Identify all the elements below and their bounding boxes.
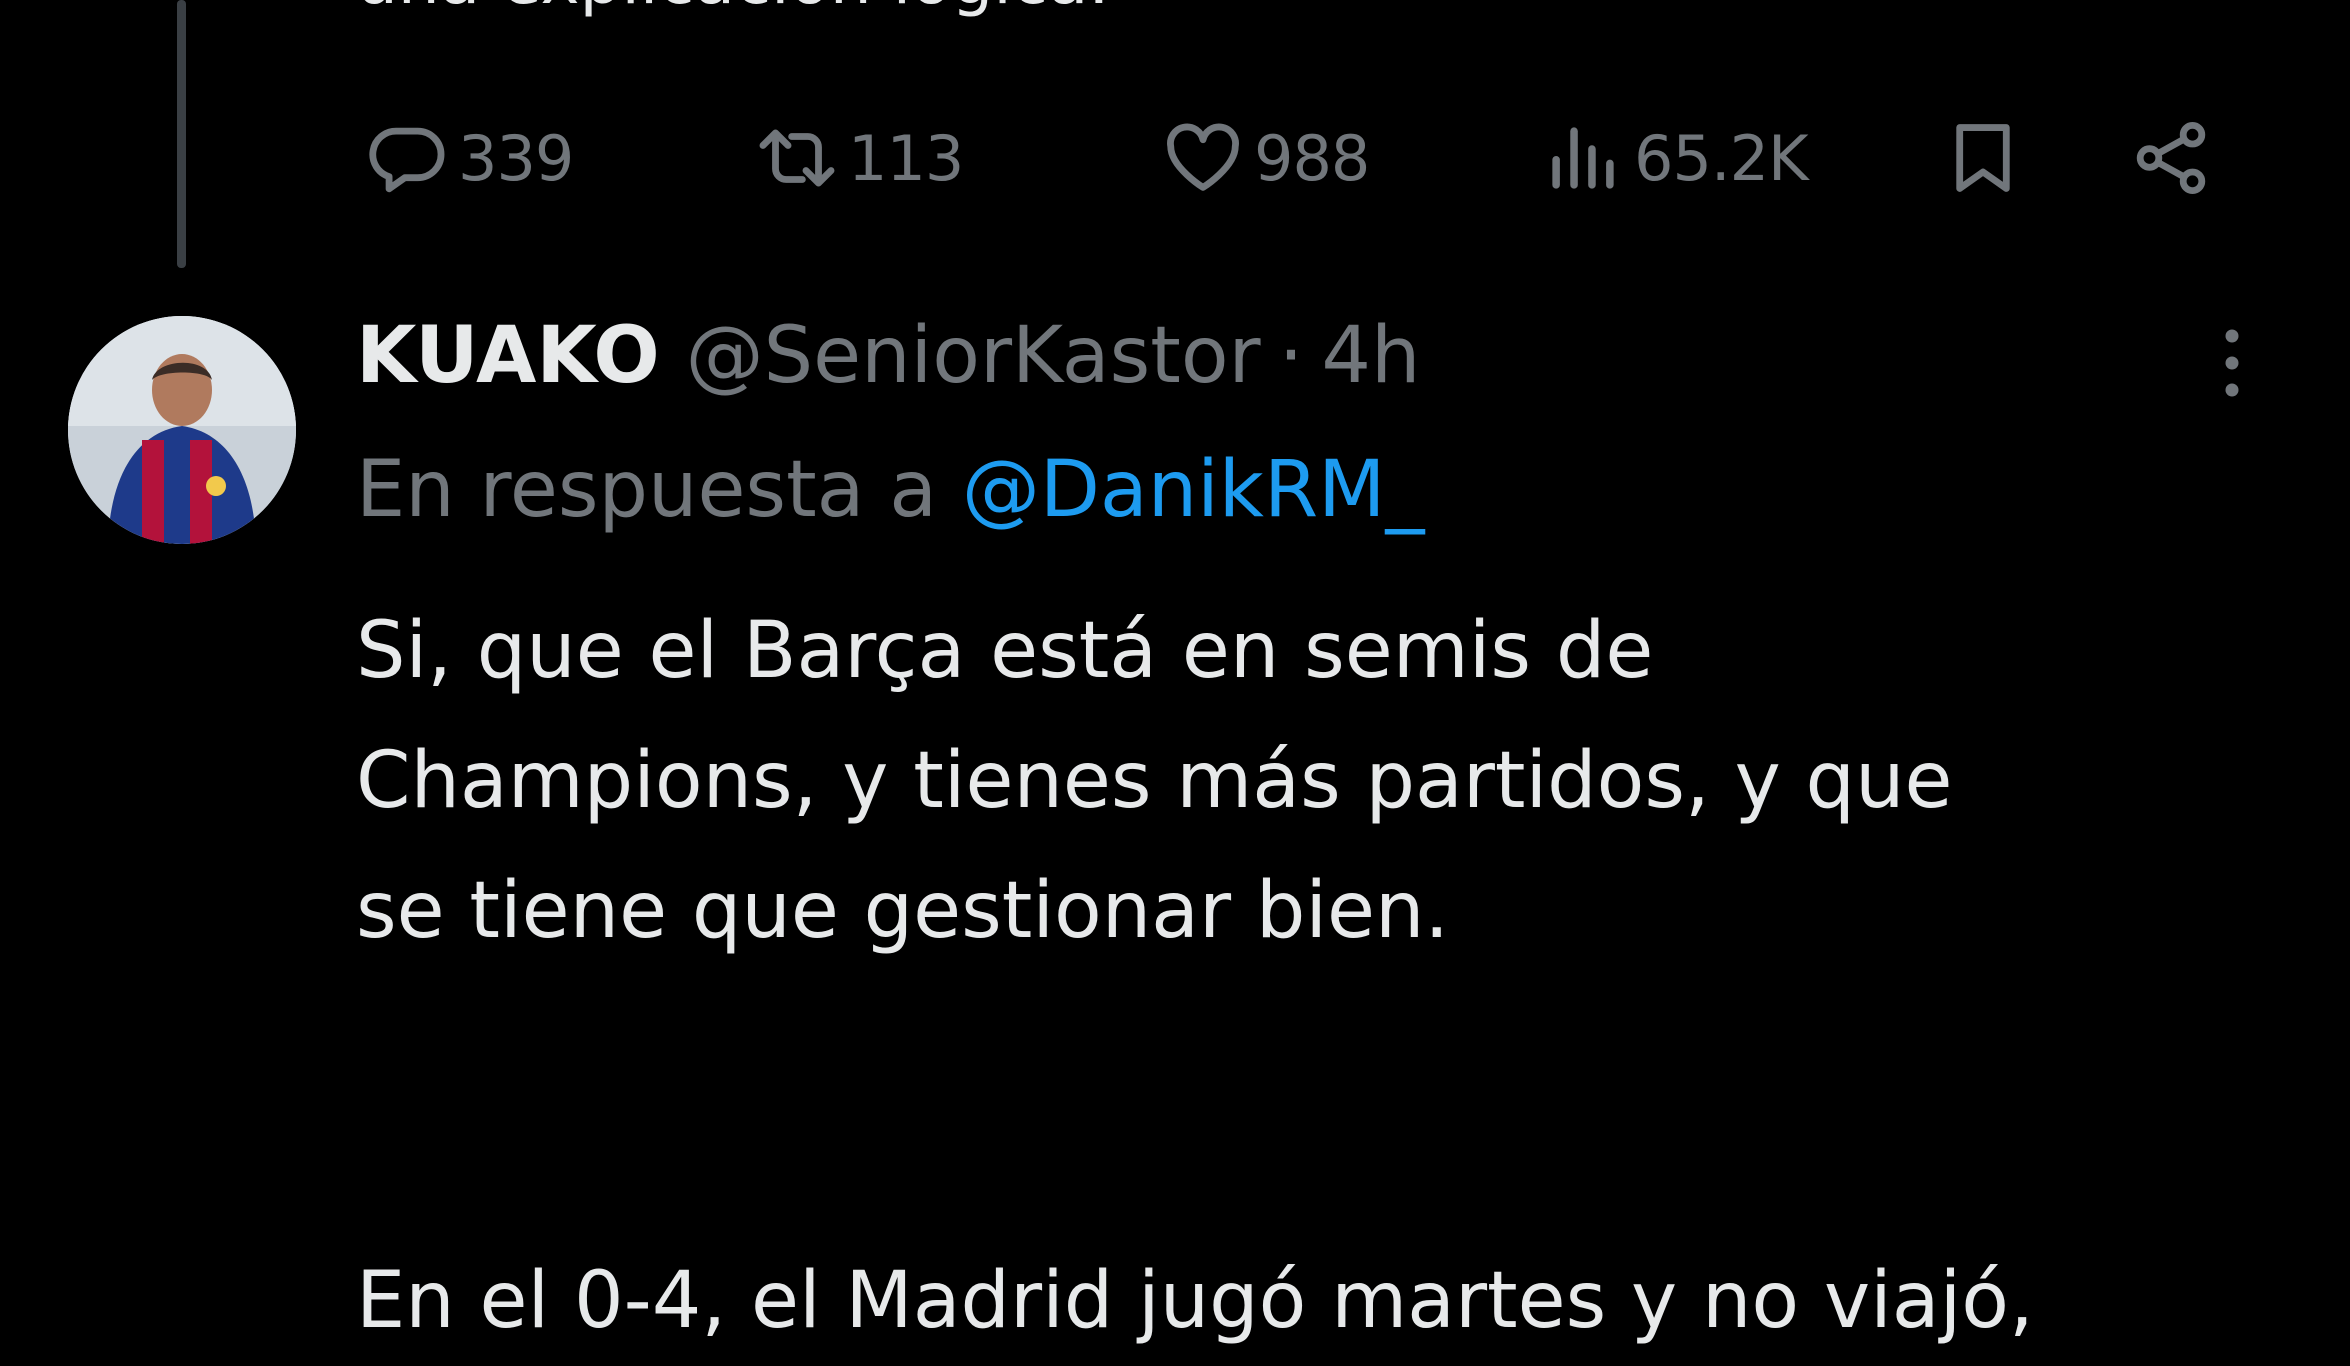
replying-to-handle[interactable]: @DanikRM_ <box>962 445 1425 535</box>
views-icon <box>1552 127 1614 189</box>
bookmark-button[interactable] <box>1940 108 2026 208</box>
previous-tweet-actions: 339 113 988 65.2K <box>356 108 2236 208</box>
display-name[interactable]: KUAKO <box>356 311 660 401</box>
tweet-text-line: Champions, y tienes más partidos, y que <box>356 736 1953 826</box>
tweet-header: KUAKO @SeniorKastor · 4h <box>356 306 1420 406</box>
reply-icon <box>369 127 445 193</box>
views-button[interactable]: 65.2K <box>1540 108 1809 208</box>
tweet-timestamp[interactable]: 4h <box>1321 311 1420 401</box>
tweet-text: Si, que el Barça está en semis de Champi… <box>356 586 2316 1366</box>
thread-connector-line <box>177 0 186 268</box>
bookmark-icon <box>1956 124 2010 192</box>
more-icon <box>2225 329 2239 397</box>
header-separator: · <box>1278 311 1304 401</box>
tweet-text-line: En el 0-4, el Madrid jugó martes y no vi… <box>356 1256 2034 1346</box>
retweet-icon <box>759 129 835 187</box>
avatar-image <box>68 316 296 544</box>
replying-to-label: En respuesta a <box>356 445 938 535</box>
like-icon <box>1167 123 1239 191</box>
views-count: 65.2K <box>1634 121 1809 195</box>
reply-button[interactable]: 339 <box>364 108 574 208</box>
reply-count: 339 <box>458 121 574 195</box>
avatar[interactable] <box>68 316 296 544</box>
tweet-text-line: se tiene que gestionar bien. <box>356 866 1450 956</box>
previous-tweet-text: una explicación lógica. <box>356 0 1109 14</box>
replying-to: En respuesta a @DanikRM_ <box>356 440 1424 540</box>
like-button[interactable]: 988 <box>1160 108 1370 208</box>
more-options-button[interactable] <box>2196 318 2268 408</box>
share-button[interactable] <box>2128 108 2214 208</box>
share-icon <box>2136 121 2206 195</box>
user-handle[interactable]: @SeniorKastor <box>686 311 1261 401</box>
retweet-button[interactable]: 113 <box>754 108 964 208</box>
retweet-count: 113 <box>848 121 964 195</box>
tweet-text-line: Si, que el Barça está en semis de <box>356 606 1654 696</box>
like-count: 988 <box>1254 121 1370 195</box>
